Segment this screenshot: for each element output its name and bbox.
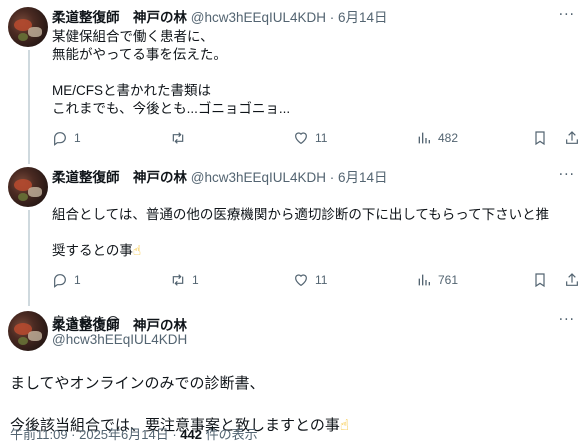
- avatar[interactable]: [8, 167, 48, 207]
- author-name[interactable]: 柔道整復師 神戸の林: [52, 10, 187, 25]
- more-icon[interactable]: ···: [559, 167, 575, 183]
- analytics-icon: [418, 274, 430, 286]
- tweet-text-line: 奨するとの事☝: [52, 242, 580, 260]
- tweet-text-fragment: 奨するとの事: [52, 243, 133, 258]
- retweet-count: 1: [192, 273, 199, 287]
- share-icon: [566, 131, 578, 144]
- separator: ·: [326, 10, 339, 25]
- tweet-text: 某健保組合で働く患者に、 無能がやってる事を伝えた。 ME/CFSと書かれた書類…: [52, 29, 291, 116]
- retweet-button[interactable]: [170, 130, 192, 146]
- view-count: 482: [438, 131, 459, 145]
- retweet-icon: [172, 274, 184, 286]
- like-count: 11: [315, 273, 328, 287]
- author-name[interactable]: 柔道整復師 神戸の林: [52, 314, 187, 334]
- tweet-timestamp: 午前11:09 · 2025年6月14日 · 442 件の表示: [10, 424, 258, 443]
- author-handle[interactable]: @hcw3hEEqIUL4KDH: [191, 170, 326, 185]
- retweet-button[interactable]: 1: [170, 272, 199, 288]
- author-handle[interactable]: @hcw3hEEqIUL4KDH: [191, 10, 326, 25]
- views-label: 件の表示: [202, 427, 258, 442]
- view-count: 442: [180, 427, 202, 442]
- like-button[interactable]: 11: [293, 130, 327, 146]
- pointing-up-emoji: ☝: [132, 243, 142, 259]
- like-count: 11: [315, 131, 328, 145]
- bookmark-icon: [535, 131, 545, 146]
- pointing-up-emoji: ☝: [339, 416, 349, 434]
- view-count: 761: [438, 273, 459, 287]
- views-button[interactable]: 482: [416, 130, 458, 146]
- post-time[interactable]: 午前11:09 · 2025年6月14日 ·: [10, 427, 180, 442]
- separator: ·: [326, 170, 339, 185]
- reply-count: 1: [74, 131, 81, 145]
- tweet-text-line: 組合としては、普通の他の医療機関から適切診断の下に出してもらって下さいと推: [52, 207, 550, 222]
- tweet-actions: 1 11 482: [52, 130, 578, 150]
- author-name[interactable]: 柔道整復師 神戸の林: [52, 170, 187, 185]
- thread-line: [28, 210, 30, 306]
- avatar[interactable]: [8, 311, 48, 351]
- tweet-date[interactable]: 6月14日: [338, 10, 388, 25]
- more-icon[interactable]: ···: [559, 7, 575, 23]
- views-button[interactable]: 761: [416, 272, 458, 288]
- bookmark-icon: [535, 273, 545, 288]
- bookmark-button[interactable]: [532, 130, 548, 146]
- tweet-actions: 1 1 11 761: [52, 272, 578, 292]
- tweet-date[interactable]: 6月14日: [338, 170, 388, 185]
- like-button[interactable]: 11: [293, 272, 327, 288]
- reply-icon: [54, 274, 66, 288]
- reply-count: 1: [74, 273, 81, 287]
- avatar[interactable]: [8, 7, 48, 47]
- tweet-text-line: ましてやオンラインのみでの診断書、: [10, 375, 265, 392]
- heart-icon: [295, 274, 307, 287]
- share-icon: [566, 273, 578, 286]
- thread-line: [28, 50, 30, 164]
- tweet-header: 柔道整復師 神戸の林 @hcw3hEEqIUL4KDH · 6月14日: [52, 9, 388, 27]
- bookmark-button[interactable]: [532, 272, 548, 288]
- reply-icon: [54, 132, 66, 146]
- author-handle[interactable]: @hcw3hEEqIUL4KDH: [52, 332, 187, 347]
- reply-button[interactable]: 1: [52, 130, 81, 146]
- share-button[interactable]: [564, 130, 580, 146]
- share-button[interactable]: [564, 272, 580, 288]
- reply-button[interactable]: 1: [52, 272, 81, 288]
- heart-icon: [295, 132, 307, 145]
- retweet-icon: [172, 132, 184, 144]
- more-icon[interactable]: ···: [559, 312, 575, 328]
- analytics-icon: [418, 132, 430, 144]
- tweet-header: 柔道整復師 神戸の林 @hcw3hEEqIUL4KDH · 6月14日: [52, 169, 388, 187]
